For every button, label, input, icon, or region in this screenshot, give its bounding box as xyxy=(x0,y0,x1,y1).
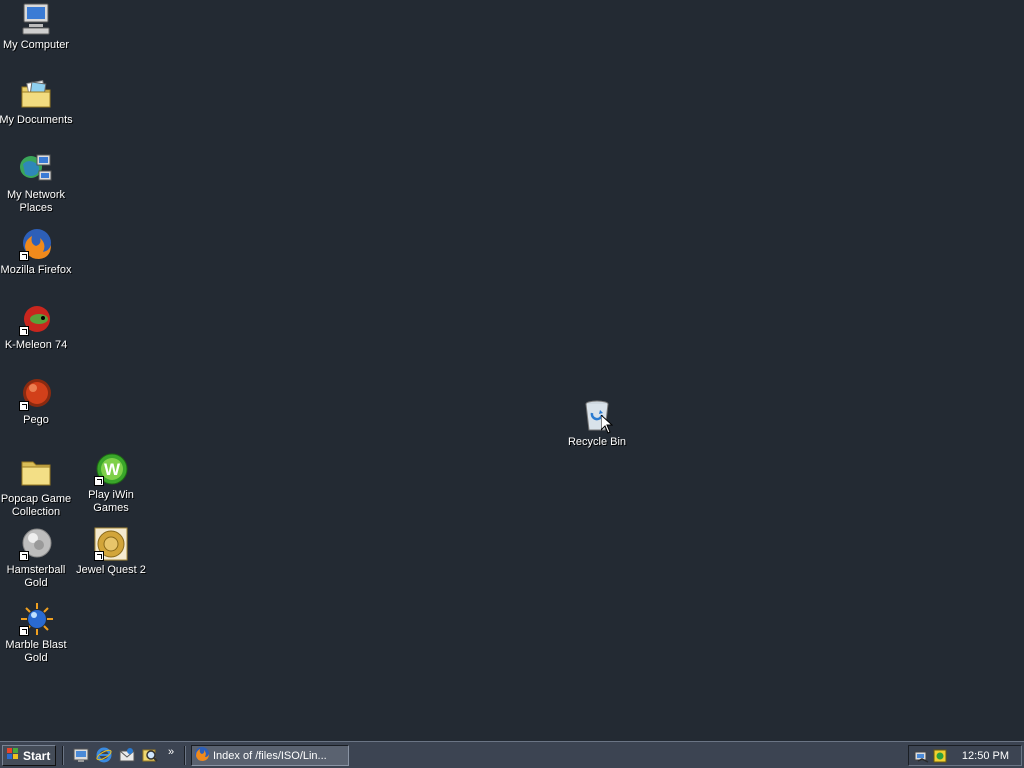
desktop-icon-k-meleon[interactable]: K-Meleon 74 xyxy=(0,302,73,352)
icon-label: Pego xyxy=(23,414,49,426)
desktop-icon-recycle-bin[interactable]: Recycle Bin xyxy=(560,399,634,449)
internet-explorer-icon[interactable] xyxy=(96,747,112,763)
shortcut-arrow-icon xyxy=(94,476,104,486)
desktop-icon-jewel-quest-2[interactable]: Jewel Quest 2 xyxy=(74,527,148,577)
icon-label: Mozilla Firefox xyxy=(0,264,72,276)
icon-label: My Computer xyxy=(2,39,70,51)
system-tray: 12:50 PM xyxy=(908,745,1022,766)
marble-blast-icon xyxy=(19,602,53,636)
desktop-icon-play-iwin-games[interactable]: W Play iWin Games xyxy=(74,452,148,515)
desktop-icon-mozilla-firefox[interactable]: Mozilla Firefox xyxy=(0,227,73,277)
outlook-express-icon[interactable] xyxy=(119,747,135,763)
taskbar-separator xyxy=(62,746,64,765)
k-meleon-icon xyxy=(19,302,53,336)
firefox-icon xyxy=(194,746,210,765)
taskbar: Start » Index of /files/ISO/Lin... 12:50… xyxy=(0,741,1024,768)
taskbar-task-firefox[interactable]: Index of /files/ISO/Lin... xyxy=(191,745,349,766)
icon-label: Popcap Game Collection xyxy=(0,493,72,518)
start-button[interactable]: Start xyxy=(2,745,56,766)
taskbar-separator xyxy=(184,746,186,765)
search-icon[interactable] xyxy=(142,747,158,763)
task-label: Index of /files/ISO/Lin... xyxy=(213,749,327,762)
start-label: Start xyxy=(23,748,51,763)
icon-label: Play iWin Games xyxy=(88,489,134,514)
mouse-cursor xyxy=(600,413,614,437)
iwin-icon: W xyxy=(94,452,128,486)
shortcut-arrow-icon xyxy=(19,401,29,411)
icon-label: My Documents xyxy=(0,114,73,126)
icon-label: Hamsterball Gold xyxy=(6,564,66,589)
desktop-icon-my-computer[interactable]: My Computer xyxy=(0,2,73,52)
hamsterball-icon xyxy=(19,527,53,561)
desktop-icon-popcap-game-collection[interactable]: Popcap Game Collection xyxy=(0,456,73,519)
desktop-icon-marble-blast-gold[interactable]: Marble Blast Gold xyxy=(0,602,73,665)
svg-text:W: W xyxy=(104,460,121,479)
desktop-icon-my-network-places[interactable]: My Network Places xyxy=(0,152,73,215)
firefox-icon xyxy=(19,227,53,261)
clock[interactable]: 12:50 PM xyxy=(962,750,1009,762)
desktop-icon-hamsterball-gold[interactable]: Hamsterball Gold xyxy=(0,527,73,590)
desktop-icon-pego[interactable]: Pego xyxy=(0,377,73,427)
documents-folder-icon xyxy=(19,77,53,111)
icon-label: Marble Blast Gold xyxy=(5,639,67,664)
quick-launch-chevron-button[interactable]: » xyxy=(168,746,174,758)
desktop[interactable]: My Computer My Documents My Network Plac… xyxy=(0,0,1024,741)
jewel-quest-icon xyxy=(94,527,128,561)
shortcut-arrow-icon xyxy=(94,551,104,561)
network-places-icon xyxy=(19,152,53,186)
my-computer-icon xyxy=(19,2,53,36)
pego-icon xyxy=(19,377,53,411)
icon-label: Jewel Quest 2 xyxy=(76,564,146,576)
desktop-icon-my-documents[interactable]: My Documents xyxy=(0,77,73,127)
icon-label: My Network Places xyxy=(6,189,66,214)
windows-logo-icon xyxy=(6,747,20,764)
security-tray-icon[interactable] xyxy=(932,748,948,767)
icon-label: Recycle Bin xyxy=(567,436,627,448)
shortcut-arrow-icon xyxy=(19,326,29,336)
network-tray-icon[interactable] xyxy=(914,748,930,767)
icon-label: K-Meleon 74 xyxy=(4,339,68,351)
folder-icon xyxy=(19,456,53,490)
shortcut-arrow-icon xyxy=(19,626,29,636)
shortcut-arrow-icon xyxy=(19,551,29,561)
show-desktop-icon[interactable] xyxy=(73,747,89,763)
shortcut-arrow-icon xyxy=(19,251,29,261)
